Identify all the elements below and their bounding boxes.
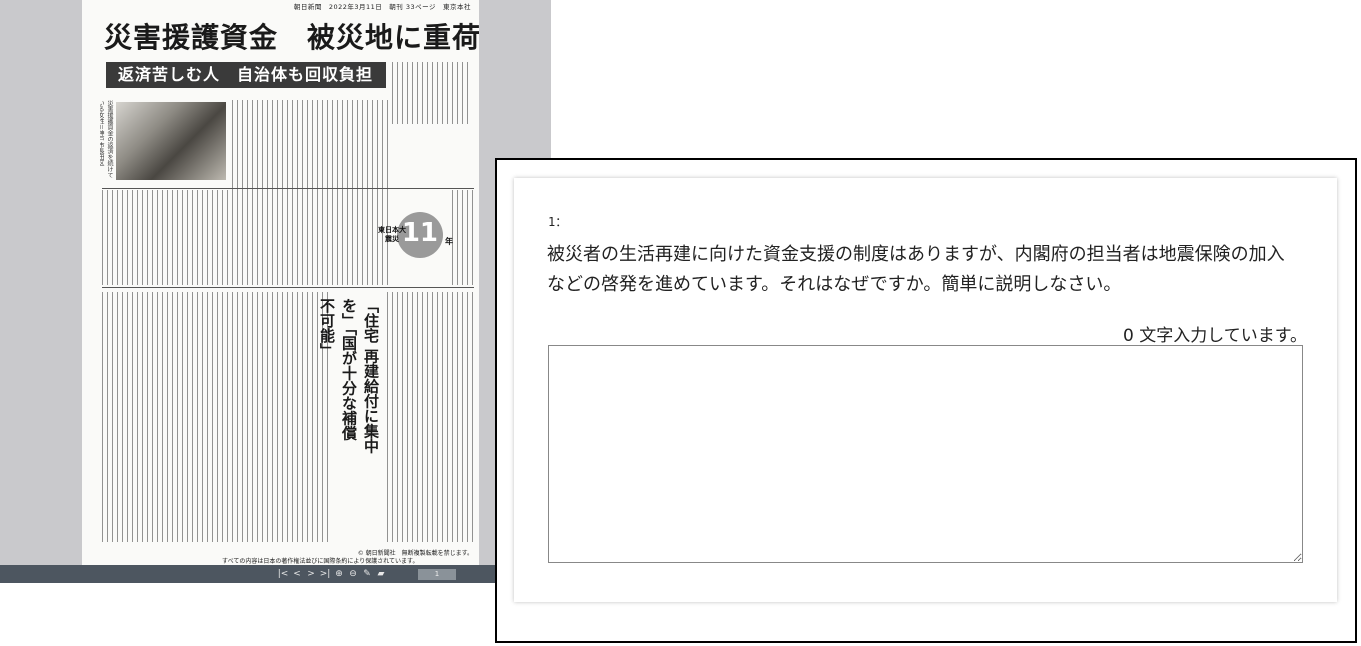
- first-page-button[interactable]: |<: [276, 569, 290, 579]
- pen-icon[interactable]: ✎: [360, 569, 374, 579]
- page-number-field[interactable]: 1: [418, 568, 456, 580]
- masthead: 朝日新聞 2022年3月11日 朝刊 33ページ 東京本社: [293, 3, 471, 11]
- text-column: [102, 292, 330, 542]
- prev-page-button[interactable]: <: [290, 569, 304, 579]
- photo-caption: 災害援護資金の返済を続けている女性＝神戸市長田区: [100, 100, 113, 178]
- badge-number: 11: [401, 218, 438, 248]
- text-column: [452, 190, 474, 285]
- text-column: [232, 100, 392, 190]
- newspaper-page: 朝日新聞 2022年3月11日 朝刊 33ページ 東京本社 災害援護資金 被災地…: [82, 0, 479, 566]
- question-card: 1： 被災者の生活再建に向けた資金支援の制度はありますが、内閣府の担当者は地震保…: [514, 178, 1337, 602]
- question-text: 被災者の生活再建に向けた資金支援の制度はありますが、内閣府の担当者は地震保険の加…: [547, 244, 1285, 295]
- headline: 災害援護資金 被災地に重荷: [104, 21, 479, 54]
- rights-line: すべての内容は日本の著作権法並びに国際条約により保護されています。: [222, 558, 419, 565]
- next-page-button[interactable]: >: [304, 569, 318, 579]
- last-page-button[interactable]: >|: [318, 569, 332, 579]
- viewer-toolbar: |< < > >| ⊕ ⊖ ✎ ▰ 1: [0, 565, 551, 583]
- subheadline: 返済苦しむ人 自治体も回収負担: [106, 62, 386, 88]
- text-column: [102, 190, 392, 285]
- newspaper-viewer[interactable]: 朝日新聞 2022年3月11日 朝刊 33ページ 東京本社 災害援護資金 被災地…: [0, 0, 551, 583]
- article-photo: [116, 102, 226, 180]
- text-column: [392, 62, 472, 124]
- zoom-in-icon[interactable]: ⊕: [332, 569, 346, 579]
- vertical-heading: 「住宅 再建給付に集中を」「国が十分な補償 不可能」: [318, 298, 380, 454]
- badge-suffix: 年: [445, 237, 453, 246]
- anniversary-badge: 東日本大震災 11 年: [378, 212, 453, 258]
- column-rule: [102, 188, 474, 189]
- marker-icon[interactable]: ▰: [374, 569, 388, 579]
- column-rule: [102, 287, 474, 288]
- answer-textarea[interactable]: [548, 345, 1303, 563]
- zoom-out-icon[interactable]: ⊖: [346, 569, 360, 579]
- character-counter: 0 文字入力しています。: [1122, 326, 1307, 346]
- question-number: 1：: [548, 215, 568, 229]
- text-column: [387, 292, 473, 542]
